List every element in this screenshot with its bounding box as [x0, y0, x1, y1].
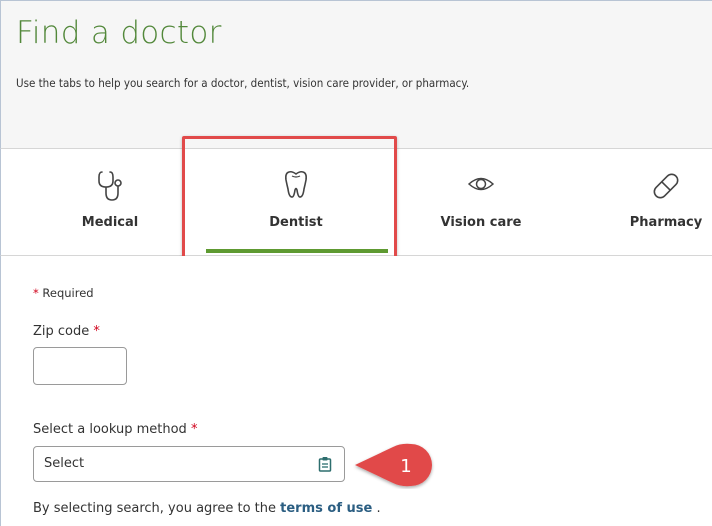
required-marker: * [33, 286, 39, 300]
terms-statement: By selecting search, you agree to the te… [33, 501, 381, 516]
tab-medical-label: Medical [81, 215, 139, 230]
lookup-method-label-text: Select a lookup method [33, 422, 187, 437]
required-note: * Required [33, 286, 94, 300]
required-marker: * [190, 422, 198, 437]
lookup-method-select[interactable]: Select [33, 446, 345, 482]
annotation-number: 1 [400, 456, 411, 477]
terms-suffix: . [376, 501, 381, 516]
annotation-callout: 1 [353, 441, 445, 493]
tab-pharmacy-label: Pharmacy [629, 215, 703, 230]
eye-icon [466, 169, 496, 203]
terms-of-use-link[interactable]: terms of use [280, 501, 372, 516]
terms-prefix: By selecting search, you agree to the [33, 501, 276, 516]
tab-vision-care[interactable]: Vision care [406, 149, 556, 255]
search-form: * Required Zip code * Select a lookup me… [0, 256, 712, 526]
page-subtitle: Use the tabs to help you search for a do… [16, 76, 470, 90]
stethoscope-icon [96, 169, 124, 207]
required-note-text: Required [42, 286, 94, 300]
lookup-method-value: Select [44, 456, 85, 471]
pill-icon [649, 169, 683, 207]
required-marker: * [93, 324, 100, 339]
page-header: Find a doctor Use the tabs to help you s… [0, 0, 712, 148]
clipboard-icon [318, 456, 332, 476]
tab-medical[interactable]: Medical [35, 149, 185, 255]
zip-code-label-text: Zip code [33, 324, 90, 339]
page-title: Find a doctor [16, 15, 222, 51]
zip-code-input[interactable] [33, 347, 127, 385]
lookup-method-label: Select a lookup method * [33, 422, 197, 437]
tab-pharmacy[interactable]: Pharmacy [591, 149, 712, 255]
tab-vision-care-label: Vision care [440, 215, 522, 230]
dentist-tab-highlight [182, 136, 397, 266]
zip-code-label: Zip code * [33, 324, 100, 339]
